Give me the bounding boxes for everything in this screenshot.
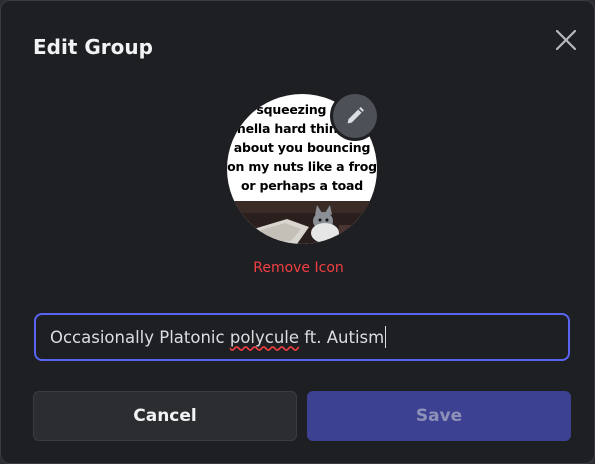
cancel-button[interactable]: Cancel xyxy=(33,391,297,441)
edit-icon-button[interactable] xyxy=(333,94,377,138)
edit-group-dialog: Edit Group 'squeezing my hella hard thin… xyxy=(0,0,595,464)
dialog-title: Edit Group xyxy=(33,35,153,59)
caption-line: or perhaps a toad xyxy=(240,178,364,193)
close-icon xyxy=(555,29,577,51)
group-name-input[interactable]: Occasionally Platonic polycule ft. Autis… xyxy=(34,313,570,361)
input-text-segment: ft. Autism xyxy=(299,327,385,347)
text-caret xyxy=(385,326,387,348)
caption-line: about you bouncing xyxy=(233,140,371,155)
misspelled-word: polycule xyxy=(229,327,300,347)
caption-line: on my nuts like a frog xyxy=(227,159,377,174)
pencil-icon xyxy=(347,107,364,124)
save-button[interactable]: Save xyxy=(307,391,571,441)
remove-icon-link[interactable]: Remove Icon xyxy=(1,260,594,276)
cat-photo xyxy=(227,201,377,244)
input-text-segment: Occasionally Platonic xyxy=(50,327,230,347)
close-button[interactable] xyxy=(551,25,581,55)
